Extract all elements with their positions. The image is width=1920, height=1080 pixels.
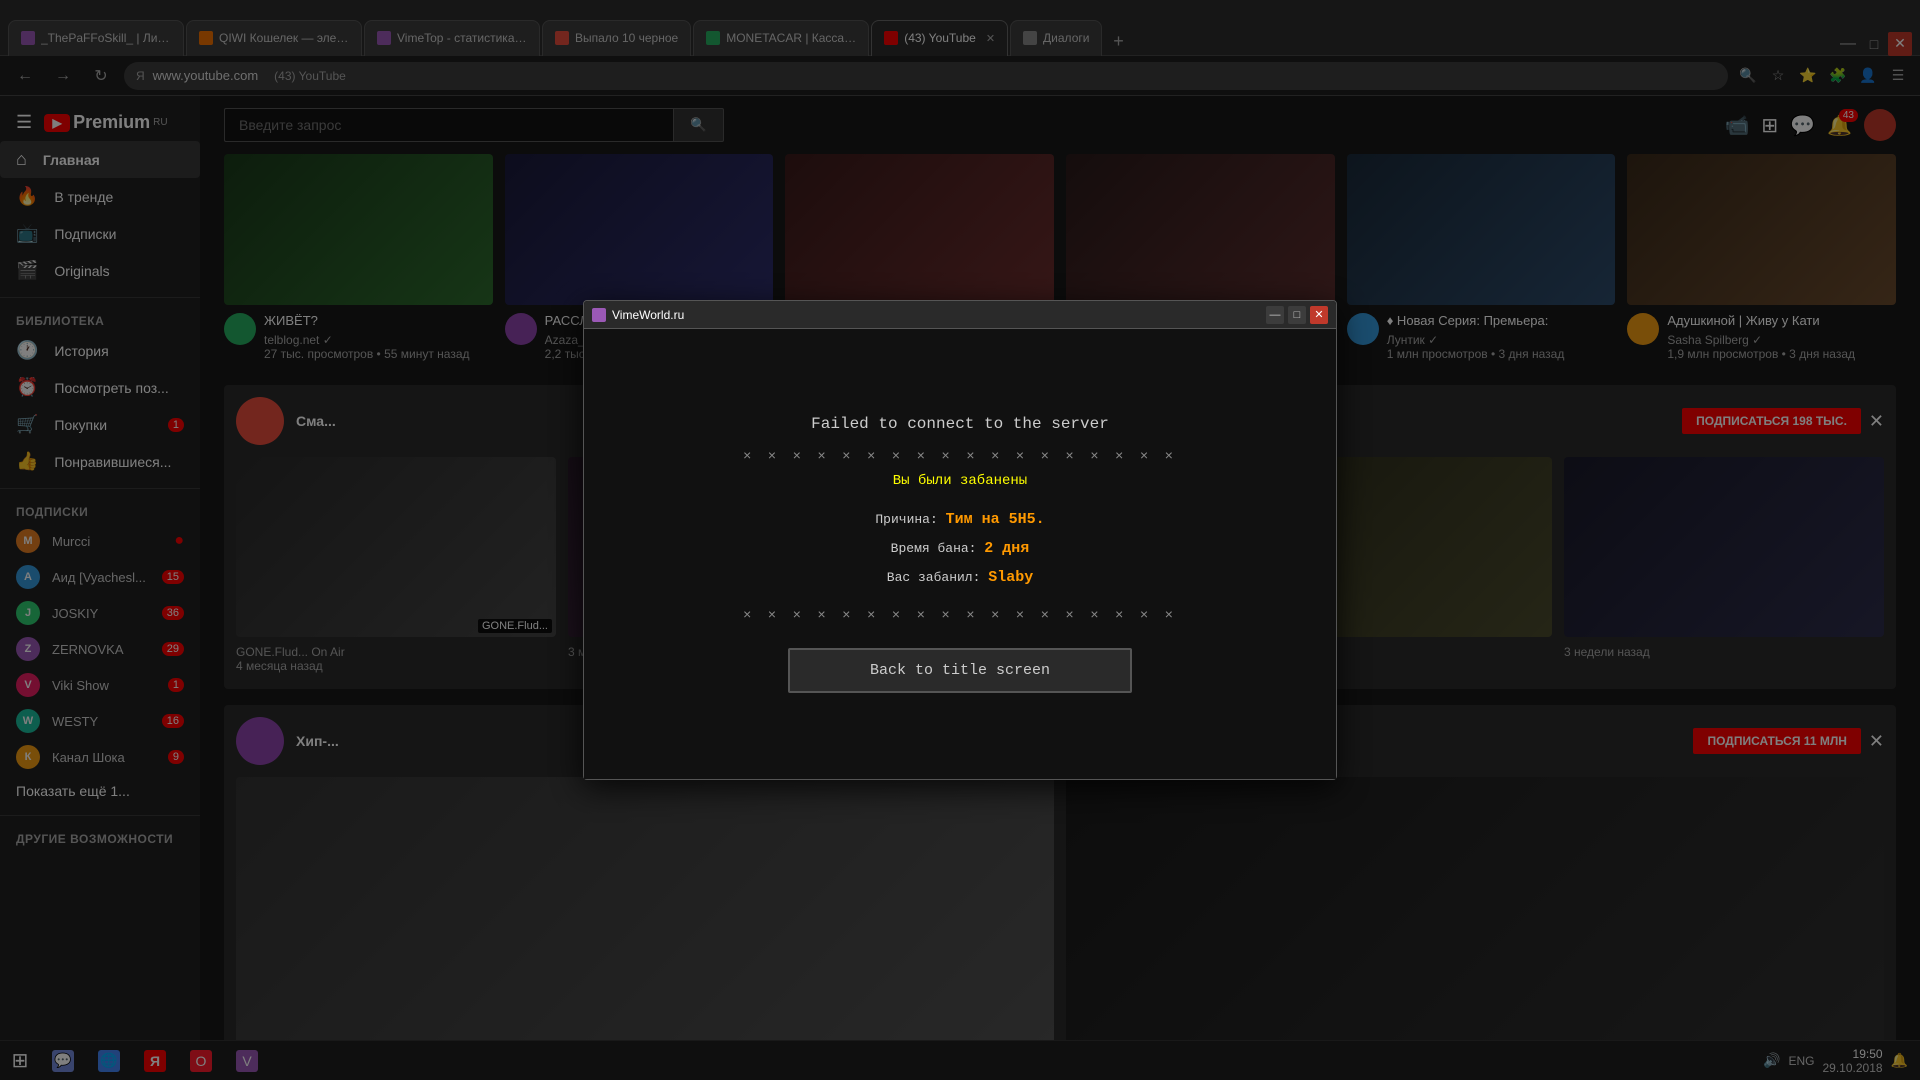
modal-body: Failed to connect to the server × × × × … <box>584 329 1336 779</box>
ban-by-row: Вас забанил: Slaby <box>875 563 1044 592</box>
ban-reason-label: Причина: <box>875 512 945 527</box>
ban-time-row: Время бана: 2 дня <box>875 534 1044 563</box>
back-to-title-button[interactable]: Back to title screen <box>788 648 1132 693</box>
modal-window-buttons: — □ ✕ <box>1266 306 1328 324</box>
ban-reason-row: Причина: Тим на 5Н5. <box>875 505 1044 534</box>
modal-minimize-button[interactable]: — <box>1266 306 1284 324</box>
ban-reason-value: Тим на 5Н5. <box>946 511 1045 528</box>
ban-time-label: Время бана: <box>891 541 985 556</box>
ban-time-value: 2 дня <box>984 540 1029 557</box>
modal-title: VimeWorld.ru <box>612 308 1266 322</box>
x-divider-top: × × × × × × × × × × × × × × × × × × <box>743 449 1177 465</box>
modal-overlay: VimeWorld.ru — □ ✕ Failed to connect to … <box>0 0 1920 1080</box>
modal-maximize-button[interactable]: □ <box>1288 306 1306 324</box>
ban-by-value: Slaby <box>988 569 1033 586</box>
ban-details: Причина: Тим на 5Н5. Время бана: 2 дня В… <box>875 505 1044 591</box>
x-divider-bottom: × × × × × × × × × × × × × × × × × × <box>743 608 1177 624</box>
fail-message: Failed to connect to the server <box>811 415 1109 433</box>
ban-message: Вы были забанены <box>893 473 1027 489</box>
modal-close-button[interactable]: ✕ <box>1310 306 1328 324</box>
modal-icon <box>592 308 606 322</box>
modal-window: VimeWorld.ru — □ ✕ Failed to connect to … <box>583 300 1337 780</box>
ban-by-label: Вас забанил: <box>887 570 988 585</box>
modal-titlebar: VimeWorld.ru — □ ✕ <box>584 301 1336 329</box>
